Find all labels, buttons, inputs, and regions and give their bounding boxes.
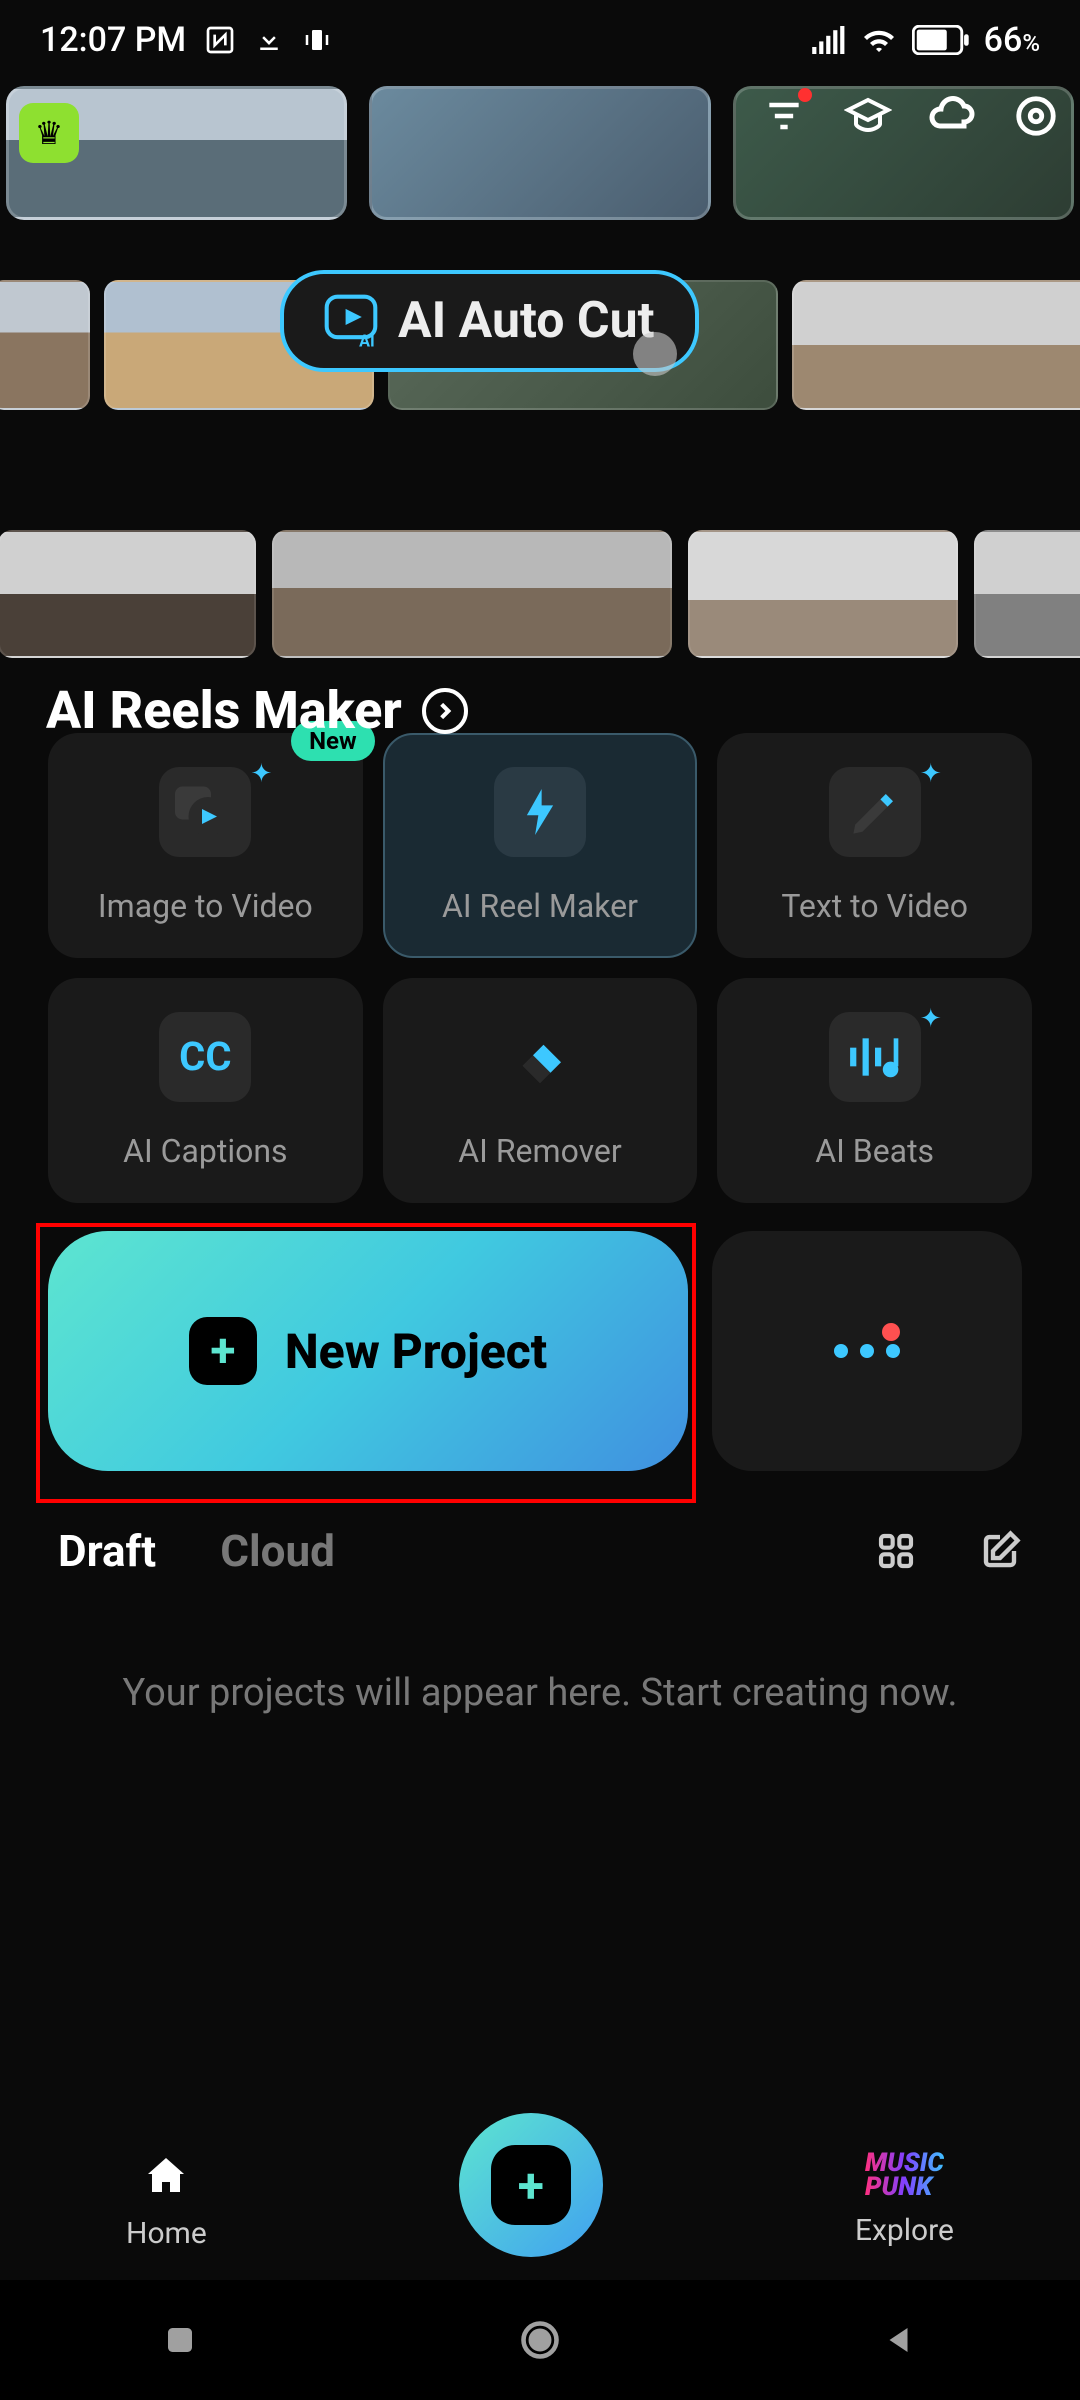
bottom-nav: Home + MUSICPUNK Explore [0, 2120, 1080, 2280]
tab-actions [874, 1529, 1022, 1573]
featured-thumb-2[interactable] [369, 86, 710, 220]
nav-home[interactable]: Home [126, 2150, 207, 2251]
feature-ai-captions[interactable]: CC AI Captions [48, 978, 363, 1203]
crown-icon: ♛ [35, 114, 64, 152]
status-left: 12:07 PM [40, 20, 332, 60]
grid-view-icon[interactable] [874, 1529, 918, 1573]
top-action-icons [760, 92, 1060, 140]
tab-draft[interactable]: Draft [58, 1525, 156, 1577]
nav-explore[interactable]: MUSICPUNK Explore [855, 2152, 954, 2248]
edit-icon[interactable] [978, 1529, 1022, 1573]
feature-text-to-video[interactable]: ✦ Text to Video [717, 733, 1032, 958]
bolt-icon [485, 767, 595, 857]
new-project-label: New Project [285, 1323, 547, 1380]
project-tabs-row: Draft Cloud [0, 1471, 1080, 1577]
template-thumb[interactable] [792, 280, 1080, 410]
template-row-2 [0, 410, 1080, 658]
section-title-text: AI Reels Maker [46, 680, 402, 741]
feature-ai-remover[interactable]: AI Remover [383, 978, 698, 1203]
chevron-right-icon [422, 688, 468, 734]
feature-label: AI Remover [458, 1132, 621, 1170]
image-video-icon: ✦ [150, 767, 260, 857]
svg-text:AI: AI [359, 332, 375, 348]
status-time: 12:07 PM [40, 20, 186, 60]
nfc-icon [204, 24, 236, 56]
eraser-icon [485, 1012, 595, 1102]
new-project-row: + New Project [0, 1203, 1080, 1471]
featured-thumbnails: ♛ [0, 80, 1080, 220]
pro-badge[interactable]: ♛ [19, 103, 79, 163]
notification-dot [798, 88, 812, 102]
play-ai-icon: AI [324, 294, 378, 348]
battery-percent: 66% [984, 20, 1040, 60]
status-bar: 12:07 PM 66% [0, 0, 1080, 80]
battery-icon [912, 25, 970, 55]
graduation-icon[interactable] [844, 92, 892, 140]
ai-auto-cut-button[interactable]: AI AI Auto Cut [280, 270, 699, 372]
nav-explore-label: Explore [855, 2213, 954, 2248]
feature-ai-beats[interactable]: ✦ AI Beats [717, 978, 1032, 1203]
filter-icon[interactable] [760, 92, 808, 140]
empty-projects-message: Your projects will appear here. Start cr… [0, 1577, 1080, 1715]
feature-label: AI Reel Maker [442, 887, 638, 925]
section-title[interactable]: AI Reels Maker [46, 680, 468, 741]
android-recent-button[interactable] [150, 2310, 210, 2370]
template-thumb[interactable] [0, 530, 256, 658]
feature-label: Image to Video [98, 887, 313, 925]
pencil-icon: ✦ [820, 767, 930, 857]
template-row-1: AI AI Auto Cut [0, 220, 1080, 410]
android-back-button[interactable] [870, 2310, 930, 2370]
settings-icon[interactable] [1012, 92, 1060, 140]
home-icon [140, 2150, 192, 2202]
project-tabs: Draft Cloud [58, 1525, 335, 1577]
touch-indicator [633, 332, 677, 376]
feature-ai-reel-maker[interactable]: AI Reel Maker [383, 733, 698, 958]
status-right: 66% [812, 20, 1040, 60]
download-icon [254, 25, 284, 55]
cc-icon: CC [150, 1012, 260, 1102]
plus-icon: + [189, 1317, 257, 1385]
more-button[interactable] [712, 1231, 1022, 1471]
plus-icon: + [491, 2145, 571, 2225]
template-thumb[interactable] [0, 280, 90, 410]
nav-home-label: Home [126, 2216, 207, 2251]
template-thumb[interactable] [974, 530, 1080, 658]
sparkle-icon: ✦ [251, 759, 273, 789]
signal-icon [812, 26, 846, 54]
cloud-icon[interactable] [928, 92, 976, 140]
feature-label: AI Captions [123, 1132, 287, 1170]
wifi-icon [860, 25, 898, 55]
dots-icon [834, 1344, 900, 1358]
android-home-button[interactable] [510, 2310, 570, 2370]
nav-create-button[interactable]: + [459, 2113, 603, 2257]
feature-label: AI Beats [815, 1132, 934, 1170]
ai-auto-cut-label: AI Auto Cut [398, 292, 655, 350]
feature-image-to-video[interactable]: New ✦ Image to Video [48, 733, 363, 958]
tab-cloud[interactable]: Cloud [220, 1525, 335, 1577]
music-punk-icon: MUSICPUNK [878, 2152, 930, 2199]
notification-dot [882, 1323, 900, 1341]
featured-thumb-1[interactable]: ♛ [6, 86, 347, 220]
sparkle-icon: ✦ [920, 1004, 942, 1034]
android-nav-bar [0, 2280, 1080, 2400]
new-project-button[interactable]: + New Project [48, 1231, 688, 1471]
feature-label: Text to Video [781, 887, 968, 925]
sparkle-icon: ✦ [920, 759, 942, 789]
template-thumb[interactable] [272, 530, 672, 658]
vibrate-icon [302, 25, 332, 55]
beats-icon: ✦ [820, 1012, 930, 1102]
template-thumb[interactable] [688, 530, 958, 658]
